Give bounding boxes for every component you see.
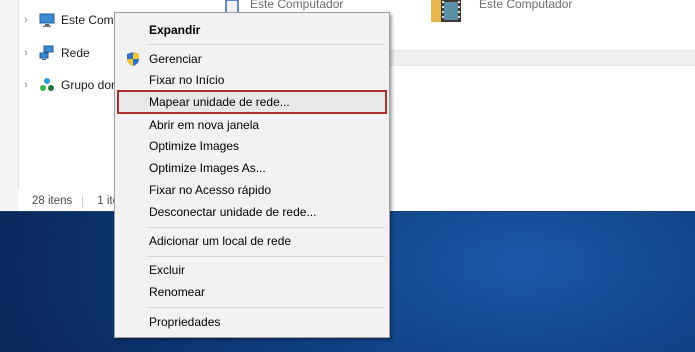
chevron-right-icon[interactable]: › <box>19 47 33 59</box>
menu-label: Fixar no Acesso rápido <box>149 183 272 197</box>
menu-item-gerenciar[interactable]: Gerenciar <box>117 48 387 70</box>
menu-item-mapear-unidade[interactable]: Mapear unidade de rede... <box>117 90 387 114</box>
menu-label: Optimize Images <box>149 139 240 153</box>
menu-separator <box>147 227 385 228</box>
chevron-right-icon[interactable]: › <box>19 79 33 91</box>
nav-label: Rede <box>61 46 90 60</box>
menu-separator <box>147 307 385 308</box>
menu-item-expandir[interactable]: Expandir <box>117 19 387 41</box>
nav-item-rede[interactable]: › Rede <box>19 42 90 64</box>
menu-label: Abrir em nova janela <box>149 118 260 132</box>
menu-item-optimize-images[interactable]: Optimize Images <box>117 135 387 157</box>
menu-item-fixar-inicio[interactable]: Fixar no Início <box>117 69 387 91</box>
menu-label: Excluir <box>149 263 186 277</box>
menu-label: Adicionar um local de rede <box>149 234 292 248</box>
column-header-band <box>386 50 695 66</box>
tile-label[interactable]: Este Computador <box>250 0 343 11</box>
status-divider <box>82 194 84 207</box>
menu-item-renomear[interactable]: Renomear <box>117 281 387 303</box>
menu-item-abrir-nova-janela[interactable]: Abrir em nova janela <box>117 114 387 136</box>
shield-icon <box>125 51 141 67</box>
menu-item-fixar-acesso-rapido[interactable]: Fixar no Acesso rápido <box>117 179 387 201</box>
tile-label[interactable]: Este Computador <box>479 0 572 11</box>
menu-item-optimize-images-as[interactable]: Optimize Images As... <box>117 157 387 179</box>
monitor-icon <box>39 12 55 28</box>
network-icon <box>39 45 55 61</box>
menu-label: Desconectar unidade de rede... <box>149 205 317 219</box>
menu-label: Expandir <box>149 23 201 37</box>
video-folder-icon[interactable] <box>431 0 461 22</box>
navigation-pane: › Este Computador › Rede › Grupo domésti… <box>18 0 154 190</box>
menu-label: Gerenciar <box>149 52 202 66</box>
menu-item-desconectar-unidade[interactable]: Desconectar unidade de rede... <box>117 201 387 223</box>
menu-separator <box>147 44 385 45</box>
menu-label: Propriedades <box>149 315 221 329</box>
menu-label: Fixar no Início <box>149 73 225 87</box>
menu-item-excluir[interactable]: Excluir <box>117 259 387 281</box>
menu-label: Mapear unidade de rede... <box>149 95 290 109</box>
menu-item-adicionar-local-rede[interactable]: Adicionar um local de rede <box>117 230 387 252</box>
window-left-strip <box>0 0 18 211</box>
chevron-right-icon[interactable]: › <box>19 14 33 26</box>
menu-label: Renomear <box>149 285 206 299</box>
context-menu: Expandir Gerenciar Fixar no Início Mapea… <box>114 12 390 338</box>
homegroup-icon <box>39 77 55 93</box>
status-item-count: 28 itens <box>32 194 73 207</box>
menu-separator <box>147 256 385 257</box>
menu-label: Optimize Images As... <box>149 161 266 175</box>
menu-item-propriedades[interactable]: Propriedades <box>117 311 387 333</box>
